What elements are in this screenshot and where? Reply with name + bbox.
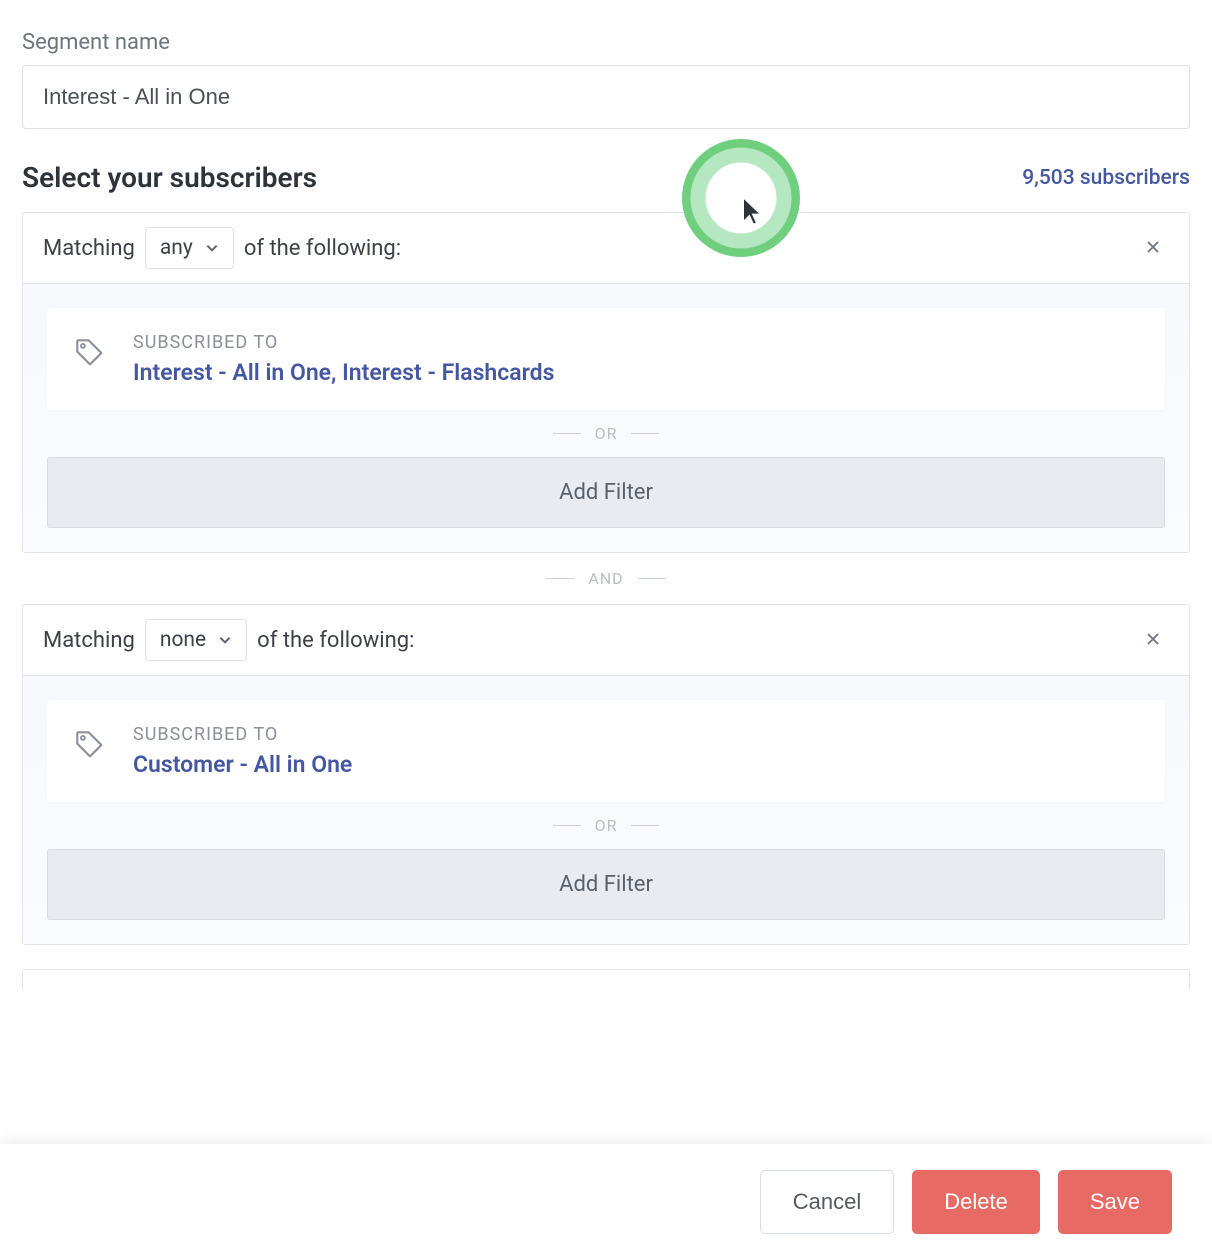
chevron-down-icon: [218, 633, 232, 647]
filter-card[interactable]: SUBSCRIBED TO Interest - All in One, Int…: [47, 308, 1165, 410]
matching-select-value: any: [160, 236, 193, 260]
close-icon: [1145, 631, 1161, 647]
and-connector: AND: [22, 553, 1190, 604]
remove-group-button[interactable]: [1137, 624, 1169, 657]
save-button[interactable]: Save: [1058, 1170, 1172, 1234]
add-filter-button[interactable]: Add Filter: [47, 849, 1165, 920]
cancel-button[interactable]: Cancel: [760, 1170, 894, 1234]
filter-card[interactable]: SUBSCRIBED TO Customer - All in One: [47, 700, 1165, 802]
filter-value: Interest - All in One, Interest - Flashc…: [133, 359, 1139, 386]
cursor-icon: [740, 195, 768, 231]
chevron-down-icon: [205, 241, 219, 255]
filter-value: Customer - All in One: [133, 751, 1139, 778]
matching-suffix: of the following:: [257, 628, 414, 653]
rule-group-partial: [22, 969, 1190, 991]
or-connector: OR: [47, 410, 1165, 457]
rule-header: Matching any of the following:: [23, 213, 1189, 284]
rule-group: Matching none of the following: SUBSCRIB…: [22, 604, 1190, 945]
matching-label: Matching: [43, 628, 135, 653]
delete-button[interactable]: Delete: [912, 1170, 1040, 1234]
filter-type-label: SUBSCRIBED TO: [133, 332, 1139, 353]
subscribers-count-link[interactable]: 9,503 subscribers: [1022, 166, 1190, 190]
and-label: AND: [588, 569, 623, 588]
matching-select-value: none: [160, 628, 206, 652]
select-subscribers-title: Select your subscribers: [22, 161, 317, 194]
or-label: OR: [595, 816, 618, 835]
matching-label: Matching: [43, 236, 135, 261]
or-connector: OR: [47, 802, 1165, 849]
matching-suffix: of the following:: [244, 236, 401, 261]
filter-type-label: SUBSCRIBED TO: [133, 724, 1139, 745]
close-icon: [1145, 239, 1161, 255]
tag-icon: [73, 336, 107, 370]
add-filter-button[interactable]: Add Filter: [47, 457, 1165, 528]
or-label: OR: [595, 424, 618, 443]
segment-name-label: Segment name: [22, 30, 1190, 55]
matching-select[interactable]: any: [145, 227, 234, 269]
matching-select[interactable]: none: [145, 619, 247, 661]
tag-icon: [73, 728, 107, 762]
segment-name-input[interactable]: [22, 65, 1190, 129]
footer-actions: Cancel Delete Save: [0, 1144, 1212, 1260]
rule-header: Matching none of the following:: [23, 605, 1189, 676]
rule-group: Matching any of the following: SUBSCRIBE…: [22, 212, 1190, 553]
remove-group-button[interactable]: [1137, 232, 1169, 265]
